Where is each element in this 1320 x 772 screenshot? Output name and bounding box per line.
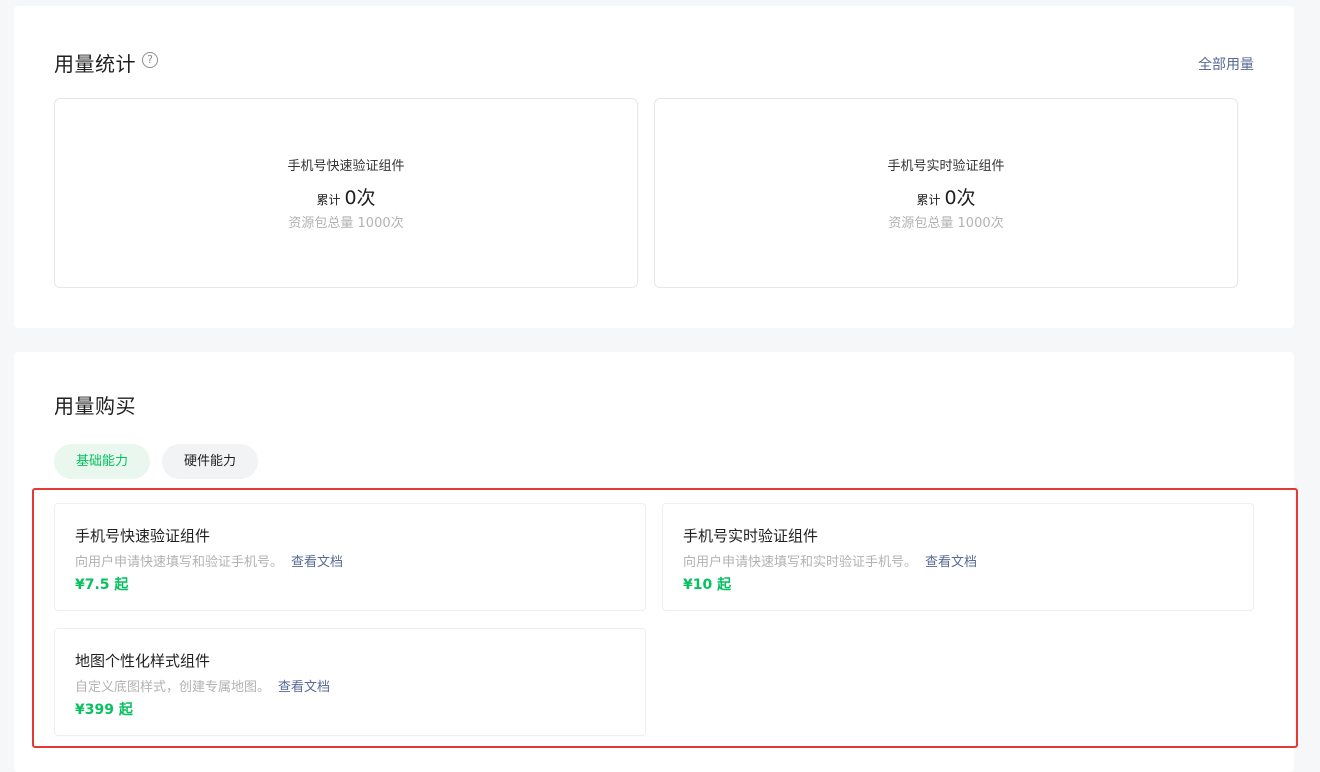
stat-card-name: 手机号快速验证组件	[287, 159, 405, 174]
stat-card-quota: 资源包总量 1000次	[288, 216, 404, 231]
stat-card-total: 累计 0次	[55, 183, 637, 210]
highlight-annotation-box	[32, 488, 1298, 748]
all-usage-link[interactable]: 全部用量	[1198, 54, 1254, 74]
stat-card-name: 手机号实时验证组件	[887, 159, 1005, 174]
question-circle-icon[interactable]: ?	[142, 52, 158, 68]
stat-total-value: 0次	[344, 187, 376, 209]
stat-card-phone-quick-verify: 手机号快速验证组件 累计 0次 资源包总量 1000次	[54, 98, 638, 288]
usage-purchase-title: 用量购买	[54, 394, 136, 418]
stat-card-quota: 资源包总量 1000次	[888, 216, 1004, 231]
usage-stats-title: 用量统计	[54, 52, 136, 76]
stat-total-value: 0次	[944, 187, 976, 209]
tab-basic-capability[interactable]: 基础能力	[54, 444, 150, 479]
stat-card-total: 累计 0次	[655, 183, 1237, 210]
stat-total-label: 累计	[316, 193, 341, 207]
usage-stats-panel: 用量统计 ? 全部用量 手机号快速验证组件 累计 0次 资源包总量 1000次 手…	[14, 6, 1294, 328]
stat-total-label: 累计	[916, 193, 941, 207]
stat-card-phone-realtime-verify: 手机号实时验证组件 累计 0次 资源包总量 1000次	[654, 98, 1238, 288]
tab-hardware-capability[interactable]: 硬件能力	[162, 444, 258, 479]
